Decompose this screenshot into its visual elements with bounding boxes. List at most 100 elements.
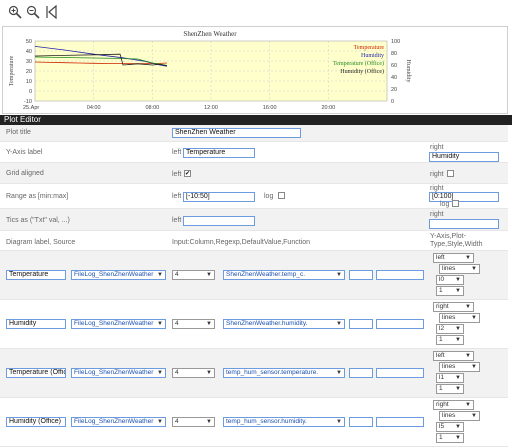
- chevron-down-icon: ▼: [455, 386, 461, 392]
- tics-left-word: left: [172, 217, 182, 224]
- y-tick-label: 20: [26, 69, 32, 75]
- x-tick-label: 25.Apr: [23, 105, 39, 111]
- chevron-down-icon: ▼: [455, 435, 461, 441]
- series-default-input[interactable]: [349, 368, 373, 378]
- series-plottype-select[interactable]: lines ▼: [439, 411, 480, 421]
- range-left-word: left: [172, 193, 182, 200]
- y-tick-label: 10: [26, 79, 32, 85]
- series-default-input[interactable]: [349, 270, 373, 280]
- series-regexp-value: temp_hum_sensor.humidity.: [226, 418, 307, 425]
- range-left-log-checkbox[interactable]: [278, 192, 285, 199]
- tics-right-input[interactable]: [429, 219, 499, 229]
- series-source-select[interactable]: FileLog_ShenZhenWeather ▼: [71, 270, 166, 280]
- series-column-select[interactable]: 4 ▼: [172, 368, 215, 378]
- series-width-select[interactable]: 1 ▼: [436, 335, 464, 345]
- chevron-down-icon: ▼: [471, 364, 477, 370]
- series-regexp-select[interactable]: ShenZhenWeather.humidity. ▼: [223, 319, 345, 329]
- tics-label: Tics as ("Txt" val, ...): [6, 217, 70, 224]
- range-left-input[interactable]: [-10:50]: [183, 192, 255, 202]
- y-tick-label: 0: [29, 89, 32, 95]
- tics-left-input[interactable]: [183, 216, 255, 226]
- chevron-down-icon: ▼: [157, 272, 163, 278]
- series-label-input[interactable]: Humidity: [6, 319, 66, 329]
- yaxis-right-input[interactable]: Humidity: [429, 152, 499, 162]
- chevron-down-icon: ▼: [455, 337, 461, 343]
- chevron-down-icon: ▼: [157, 370, 163, 376]
- yaxis-left-input[interactable]: Temperature: [183, 148, 255, 158]
- row-range: Range as [min:max] left [-10:50] log rig…: [0, 184, 508, 209]
- y-tick-label: 50: [26, 39, 32, 45]
- y-tick-label: 30: [26, 59, 32, 65]
- series-row: Temperature FileLog_ShenZhenWeather ▼ 4 ▼ She…: [0, 251, 508, 300]
- legend-entry: Humidity (Office): [340, 68, 384, 75]
- series-regexp-select[interactable]: temp_hum_sensor.temperature. ▼: [223, 368, 345, 378]
- series-plottype-select[interactable]: lines ▼: [439, 264, 480, 274]
- chevron-down-icon: ▼: [455, 424, 461, 430]
- series-width-select[interactable]: 1 ▼: [436, 286, 464, 296]
- plot-toolbar: [8, 5, 58, 23]
- series-function-input[interactable]: [376, 270, 424, 280]
- y2-axis-label: Humidity: [405, 59, 411, 82]
- zoom-in-icon[interactable]: [8, 5, 22, 19]
- back-icon[interactable]: [44, 5, 58, 19]
- chevron-down-icon: ▼: [471, 413, 477, 419]
- series-regexp-select[interactable]: ShenZhenWeather.temp_c. ▼: [223, 270, 345, 280]
- tics-right-word: right: [430, 211, 444, 218]
- series-plottype-select[interactable]: lines ▼: [439, 313, 480, 323]
- plot-container: ShenZhen Weather Temperature Humidity 50…: [2, 26, 508, 114]
- x-tick-label: 20:00: [321, 105, 335, 111]
- series-default-input[interactable]: [349, 417, 373, 427]
- series-regexp-select[interactable]: temp_hum_sensor.humidity. ▼: [223, 417, 345, 427]
- range-right-log-checkbox[interactable]: [452, 200, 459, 207]
- plot-editor-title: Plot Editor: [0, 115, 512, 125]
- series-width-select[interactable]: 1 ▼: [436, 384, 464, 394]
- series-style-select[interactable]: l0 ▼: [436, 275, 464, 285]
- yaxis-desc-header: Y-Axis,Plot-Type,Style,Width: [430, 233, 483, 248]
- series-column-select[interactable]: 4 ▼: [172, 417, 215, 427]
- series-width-select[interactable]: 1 ▼: [436, 433, 464, 443]
- y2-tick-label: 100: [391, 39, 400, 45]
- row-grid-aligned: Grid aligned left ✔ right: [0, 163, 508, 184]
- range-right-log-word: log: [440, 201, 450, 208]
- series-axis-select[interactable]: left ▼: [433, 253, 474, 263]
- yaxis-label-label: Y-Axis label: [6, 149, 43, 156]
- y2-tick-label: 0: [391, 99, 394, 105]
- grid-left-checkbox[interactable]: ✔: [184, 170, 191, 177]
- chevron-down-icon: ▼: [336, 370, 342, 376]
- series-plottype-select[interactable]: lines ▼: [439, 362, 480, 372]
- series-label-input[interactable]: Humidity (Office): [6, 417, 66, 427]
- series-source-select[interactable]: FileLog_ShenZhenWeather ▼: [71, 368, 166, 378]
- series-plottype-value: lines: [442, 265, 456, 272]
- series-axis-select[interactable]: right ▼: [433, 400, 474, 410]
- series-axis-select[interactable]: left ▼: [433, 351, 474, 361]
- series-source-select[interactable]: FileLog_ShenZhenWeather ▼: [71, 417, 166, 427]
- series-column-select[interactable]: 4 ▼: [172, 319, 215, 329]
- zoom-out-icon[interactable]: [26, 5, 40, 19]
- series-style-value: l2: [439, 325, 445, 332]
- series-default-input[interactable]: [349, 319, 373, 329]
- chevron-down-icon: ▼: [206, 419, 212, 425]
- series-regexp-value: temp_hum_sensor.temperature.: [226, 369, 319, 376]
- series-function-input[interactable]: [376, 417, 424, 427]
- chevron-down-icon: ▼: [206, 321, 212, 327]
- series-column-select[interactable]: 4 ▼: [172, 270, 215, 280]
- series-style-select[interactable]: l1 ▼: [436, 373, 464, 383]
- series-width-value: 1: [439, 336, 443, 343]
- y2-tick-label: 60: [391, 63, 397, 69]
- series-style-select[interactable]: l5 ▼: [436, 422, 464, 432]
- series-label-input[interactable]: Temperature (Office): [6, 368, 66, 378]
- chevron-down-icon: ▼: [471, 266, 477, 272]
- legend-entry: Humidity: [361, 53, 384, 59]
- legend-entry: Temperature (Office): [333, 60, 384, 67]
- grid-right-checkbox[interactable]: [447, 170, 454, 177]
- chevron-down-icon: ▼: [206, 370, 212, 376]
- series-style-select[interactable]: l2 ▼: [436, 324, 464, 334]
- y2-tick-label: 80: [391, 51, 397, 57]
- series-axis-select[interactable]: right ▼: [433, 302, 474, 312]
- series-source-select[interactable]: FileLog_ShenZhenWeather ▼: [71, 319, 166, 329]
- plot-title-input[interactable]: ShenZhen Weather: [172, 128, 301, 138]
- series-function-input[interactable]: [376, 368, 424, 378]
- series-label-input[interactable]: Temperature: [6, 270, 66, 280]
- series-function-input[interactable]: [376, 319, 424, 329]
- y2-tick-label: 40: [391, 75, 397, 81]
